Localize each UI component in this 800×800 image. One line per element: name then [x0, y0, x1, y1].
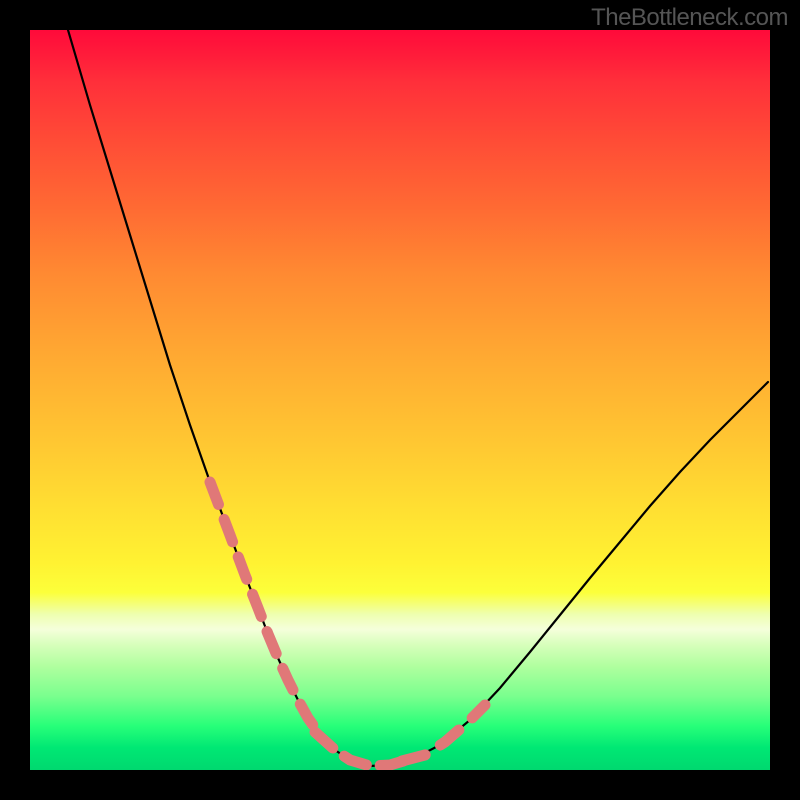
dash-overlay-bottom	[315, 732, 410, 766]
dash-overlay-right	[402, 705, 485, 761]
watermark-label: TheBottleneck.com	[591, 4, 788, 32]
plot-area	[30, 30, 770, 770]
chart-svg	[30, 30, 770, 770]
frame: TheBottleneck.com	[0, 0, 800, 800]
bottleneck-curve	[68, 30, 768, 766]
dash-overlay-left	[210, 482, 320, 735]
